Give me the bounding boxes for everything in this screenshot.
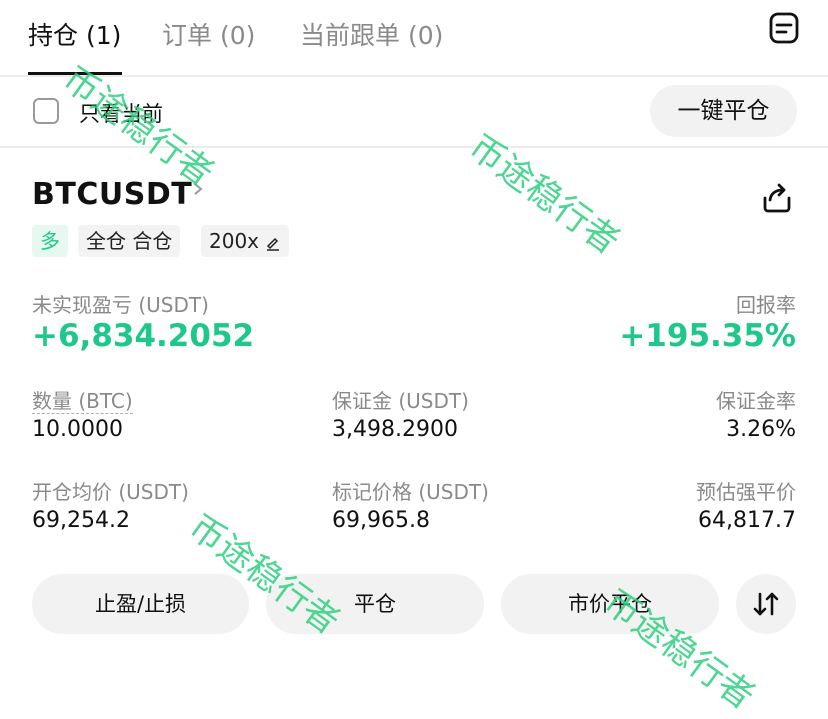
position-tabs: 持仓 (1) 订单 (0) 当前跟单 (0) [0,0,828,76]
close-position-button[interactable]: 平仓 [266,574,484,634]
filter-divider [0,146,828,148]
show-current-label: 只看当前 [79,102,163,126]
share-icon[interactable] [759,180,795,216]
sort-icon [753,592,779,616]
market-close-button[interactable]: 市价平仓 [501,574,719,634]
liq-price-label: 预估强平价 [696,480,796,504]
mark-price-value: 69,965.8 [332,508,430,533]
tab-copy-trading[interactable]: 当前跟单 (0) [300,16,443,52]
edit-icon[interactable] [265,235,281,251]
close-all-button[interactable]: 一键平仓 [650,85,797,137]
side-badge: 多 [32,225,68,257]
margin-label: 保证金 (USDT) [332,389,469,413]
unrealized-pnl-label: 未实现盈亏 (USDT) [32,293,209,317]
quantity-label-text: 数量 (BTC) [32,389,133,414]
position-symbol[interactable]: BTCUSDT [32,177,192,212]
quantity-label[interactable]: 数量 (BTC) [32,385,133,414]
watermark: 币途稳行者 [461,127,627,263]
leverage-badge[interactable]: 200x [201,225,290,257]
unrealized-pnl-value: +6,834.2052 [32,318,255,354]
chevron-right-icon[interactable] [192,183,204,195]
margin-mode-badge: 全仓 合仓 [78,225,181,257]
liq-price-value: 64,817.7 [698,508,796,533]
entry-price-value: 69,254.2 [32,508,130,533]
margin-ratio-label: 保证金率 [716,389,796,413]
quantity-value: 10.0000 [32,417,123,442]
roe-value: +195.35% [619,318,796,354]
sort-button[interactable] [736,574,796,634]
tab-positions[interactable]: 持仓 (1) [28,16,121,52]
leverage-value: 200x [209,229,260,253]
tabs-divider [0,75,828,77]
tab-orders[interactable]: 订单 (0) [162,16,255,52]
entry-price-label: 开仓均价 (USDT) [32,480,189,504]
document-icon[interactable] [766,10,802,46]
mark-price-label: 标记价格 (USDT) [332,480,489,504]
tp-sl-button[interactable]: 止盈/止损 [32,574,249,634]
roe-label: 回报率 [736,293,796,317]
show-current-checkbox[interactable] [33,98,59,124]
margin-ratio-value: 3.26% [726,417,796,442]
margin-value: 3,498.2900 [332,417,458,442]
